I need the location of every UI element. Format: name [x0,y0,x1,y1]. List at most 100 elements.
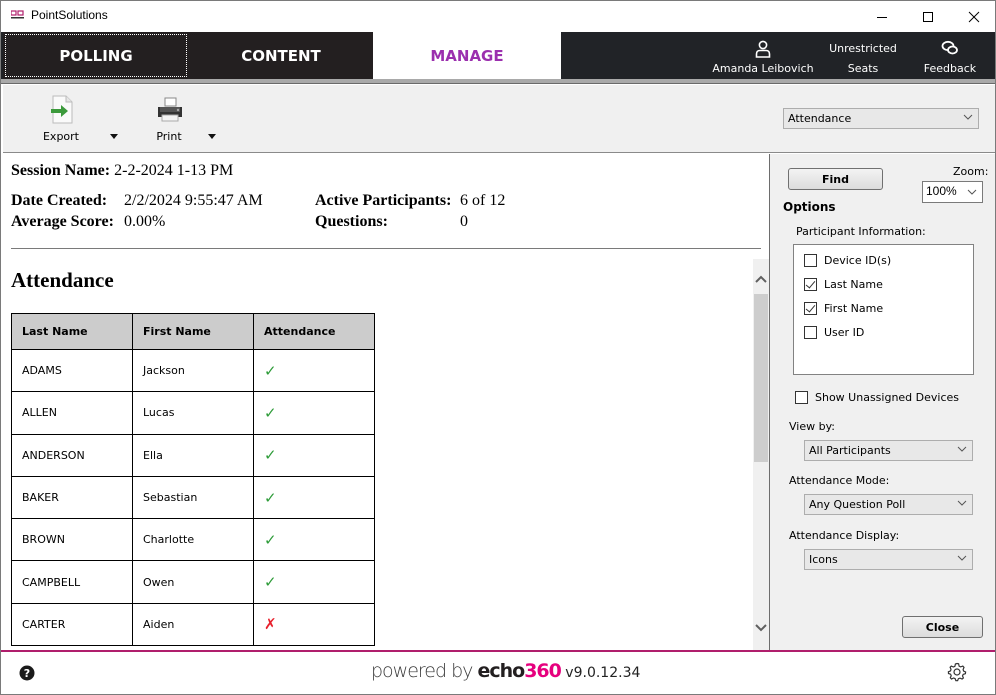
print-label: Print [156,130,182,143]
footer: ? powered by echo360 v9.0.12.34 [1,652,995,694]
options-title: Options [783,200,836,214]
feedback-button[interactable]: Feedback [917,32,983,79]
user-id-checkbox[interactable] [804,325,817,339]
attendance-table-body: ADAMS Jackson ✓ ALLEN Lucas ✓ ANDERSON Ella ✓ BAK… [11,348,375,647]
chevron-down-icon [957,555,967,561]
participant-info-list: Device ID(s) Last Name First Name User I… [793,244,974,375]
option-first-name[interactable]: First Name [804,300,883,316]
chevron-down-icon [967,189,977,195]
attendance-display-select[interactable]: Icons [804,549,973,570]
questions-label: Questions: [315,213,388,230]
attendance-cell: ✗ [253,602,375,647]
scroll-down-icon[interactable] [755,624,767,632]
export-label: Export [42,130,79,143]
column-header-attendance: Attendance [253,313,375,350]
show-unassigned-checkbox[interactable] [795,391,808,404]
feedback-label: Feedback [923,62,977,75]
table-row: CAMPBELL Owen ✓ [11,560,375,604]
present-check-icon: ✓ [264,488,277,507]
last-name-cell: ANDERSON [11,433,133,477]
attendance-table: Last Name First Name Attendance ADAMS Jac… [11,313,375,647]
first-name-cell: Owen [132,560,254,604]
first-name-cell: Jackson [132,348,254,393]
option-device-ids[interactable]: Device ID(s) [804,252,891,268]
print-button[interactable]: Print [139,91,199,147]
close-icon [968,11,980,22]
minimize-icon [877,16,887,18]
report-scrollbar[interactable] [753,259,769,650]
find-button[interactable]: Find [788,168,883,190]
last-name-cell: CARTER [11,602,133,647]
table-row: ALLEN Lucas ✓ [11,391,375,435]
last-name-cell: BAKER [11,475,133,520]
show-unassigned-label: Show Unassigned Devices [815,391,960,404]
brand-360: 360 [524,660,562,682]
user-name: Amanda Leibovich [712,62,814,75]
chevron-down-icon [957,446,967,452]
report-type-value: Attendance [788,112,852,125]
export-dropdown-arrow-icon[interactable] [109,133,119,141]
tab-polling[interactable]: POLLING [3,32,189,79]
view-by-select[interactable]: All Participants [804,440,973,461]
participant-info-label: Participant Information: [796,225,926,238]
report-view: Session Name: 2-2-2024 1-13 PM Date Crea… [3,154,769,650]
attendance-cell: ✓ [253,348,375,393]
tab-content[interactable]: CONTENT [189,32,373,79]
present-check-icon: ✓ [264,446,277,465]
seats-label: Seats [847,62,879,75]
maximize-icon [923,11,933,22]
option-user-id[interactable]: User ID [804,324,864,340]
table-row: CARTER Aiden ✗ [11,602,375,647]
session-name-label: Session Name: [11,162,111,179]
nav-separator [1,79,995,84]
device-ids-checkbox[interactable] [804,253,817,267]
tab-manage[interactable]: MANAGE [373,32,561,79]
help-icon[interactable]: ? [19,665,35,681]
scroll-up-icon[interactable] [755,275,767,283]
session-name-row: Session Name: 2-2-2024 1-13 PM [11,162,233,180]
svg-text:?: ? [24,667,30,680]
app-logo-icon [11,10,24,19]
scrollbar-thumb[interactable] [754,294,768,462]
main-nav: POLLING CONTENT MANAGE Amanda Leibovich … [1,32,995,79]
show-unassigned-option[interactable]: Show Unassigned Devices [795,391,959,404]
last-name-cell: ADAMS [11,348,133,393]
last-name-cell: ALLEN [11,391,133,435]
chevron-down-icon [963,114,973,120]
zoom-value: 100% [926,184,957,198]
present-check-icon: ✓ [264,573,277,592]
section-title: Attendance [11,268,114,292]
first-name-cell: Lucas [132,391,254,435]
last-name-checkbox[interactable] [804,277,817,291]
close-window-button[interactable] [951,1,996,32]
user-account-button[interactable]: Amanda Leibovich [711,32,815,79]
attendance-mode-label: Attendance Mode: [789,474,890,487]
brand-echo: echo [477,660,525,682]
absent-cross-icon: ✗ [264,615,277,634]
first-name-cell: Charlotte [132,518,254,562]
option-last-name[interactable]: Last Name [804,276,883,292]
attendance-mode-select[interactable]: Any Question Poll [804,494,973,515]
powered-by-text: powered by [371,660,478,682]
attendance-table-wrap: Last Name First Name Attendance ADAMS Jac… [11,313,377,647]
present-check-icon: ✓ [264,530,277,549]
close-button[interactable]: Close [902,616,983,638]
print-dropdown-arrow-icon[interactable] [207,133,217,141]
powered-by-brand: powered by echo360 v9.0.12.34 [371,660,640,682]
session-name-value: 2-2-2024 1-13 PM [114,162,234,179]
table-row: BROWN Charlotte ✓ [11,518,375,562]
zoom-select[interactable]: 100% [922,181,983,203]
table-row: ADAMS Jackson ✓ [11,348,375,393]
export-button[interactable]: Export [31,91,91,147]
minimize-button[interactable] [859,1,905,32]
maximize-button[interactable] [905,1,951,32]
attendance-cell: ✓ [253,560,375,604]
report-type-select[interactable]: Attendance [783,108,979,129]
view-by-value: All Participants [809,444,891,457]
title-bar: PointSolutions [1,1,995,32]
first-name-checkbox[interactable] [804,301,817,315]
gear-icon[interactable] [947,662,967,682]
view-by-label: View by: [789,420,835,433]
window-title: PointSolutions [31,8,108,22]
present-check-icon: ✓ [264,361,277,380]
